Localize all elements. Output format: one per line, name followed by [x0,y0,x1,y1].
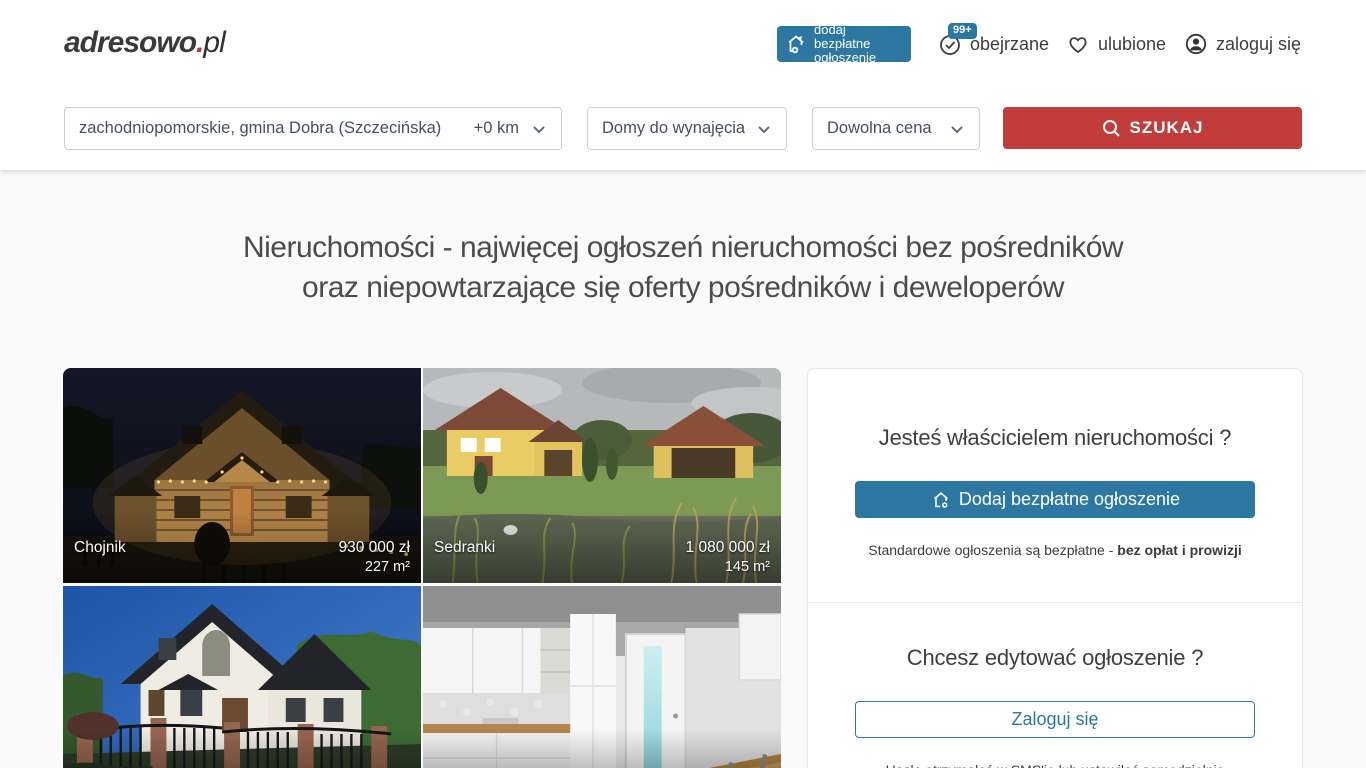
listings-grid: Chojnik 930 000 zł 227 m² [63,368,781,768]
house-plus-icon [784,32,808,56]
listing-tile[interactable]: Zagacie Podskale, ul. 1 055 000 zł [63,586,421,768]
magnifier-icon [1101,118,1122,139]
edit-heading: Chcesz edytować ogłoszenie ? [848,645,1262,671]
edit-note: Hasło otrzymałeś w SMS'ie lub ustawiłeś … [848,762,1262,768]
owner-section: Jesteś właścicielem nieruchomości ? Doda… [808,369,1302,602]
page-title: Nieruchomości - najwięcej ogłoszeń nieru… [0,228,1366,308]
listing-name: Chojnik [74,538,338,558]
owner-heading: Jesteś właścicielem nieruchomości ? [848,425,1262,451]
listing-caption: Sedranki 1 080 000 zł 145 m² [423,533,781,583]
favorites-label: ulubione [1098,34,1166,55]
location-input[interactable]: zachodniopomorskie, gmina Dobra (Szczeci… [64,107,562,150]
person-circle-icon [1184,32,1208,56]
property-type-select[interactable]: Domy do wynajęcia [587,107,787,150]
listing-price: 1 080 000 zł [686,538,770,558]
site-logo[interactable]: adresowo.pl [64,26,225,60]
location-value: zachodniopomorskie, gmina Dobra (Szczeci… [79,119,474,138]
price-select[interactable]: Dowolna cena [812,107,980,150]
login-button-label: Zaloguj się [1011,709,1098,730]
chevron-down-icon [756,121,772,137]
chevron-down-icon [949,121,965,137]
listing-name: Sedranki [434,538,686,558]
heart-icon [1066,32,1090,56]
login-link[interactable]: zaloguj się [1184,30,1301,58]
viewed-link[interactable]: 99+ obejrzane [938,30,1049,58]
radius-value: +0 km [474,119,519,138]
caption-shade [423,729,781,768]
check-circle-icon: 99+ [938,32,962,56]
search-button[interactable]: SZUKAJ [1003,107,1302,149]
listing-area: 227 m² [338,558,410,577]
property-type-value: Domy do wynajęcia [602,119,756,138]
logo-tld: pl [203,26,224,59]
chevron-down-icon [531,121,547,137]
login-label: zaloguj się [1216,34,1301,55]
search-button-label: SZUKAJ [1129,118,1203,138]
add-listing-button[interactable]: dodaj bezpłatne ogłoszenie [777,26,911,62]
viewed-count-badge: 99+ [948,23,977,39]
price-value: Dowolna cena [827,119,949,138]
listing-caption: Chojnik 930 000 zł 227 m² [63,533,421,583]
listing-area: 145 m² [686,558,770,577]
owner-panel: Jesteś właścicielem nieruchomości ? Doda… [807,368,1303,768]
caption-shade [63,729,421,768]
add-free-listing-label: Dodaj bezpłatne ogłoszenie [959,489,1180,510]
listing-price: 930 000 zł [338,538,410,558]
listing-tile[interactable]: Warszawa Wola, ul. 950 000 zł [423,586,781,768]
listing-tile[interactable]: Chojnik 930 000 zł 227 m² [63,368,421,583]
page: adresowo.pl dodaj bezpłatne ogłoszenie [0,0,1366,768]
add-listing-label: dodaj bezpłatne ogłoszenie [814,23,903,65]
add-free-listing-button[interactable]: Dodaj bezpłatne ogłoszenie [855,481,1255,518]
logo-text: adresowo [64,26,196,59]
edit-section: Chcesz edytować ogłoszenie ? Zaloguj się… [808,603,1302,768]
viewed-label: obejrzane [970,34,1049,55]
header: adresowo.pl dodaj bezpłatne ogłoszenie [0,0,1366,170]
house-plus-icon [930,489,952,511]
listing-tile[interactable]: Sedranki 1 080 000 zł 145 m² [423,368,781,583]
login-button[interactable]: Zaloguj się [855,701,1255,738]
owner-note: Standardowe ogłoszenia są bezpłatne - be… [848,542,1262,558]
favorites-link[interactable]: ulubione [1066,30,1166,58]
